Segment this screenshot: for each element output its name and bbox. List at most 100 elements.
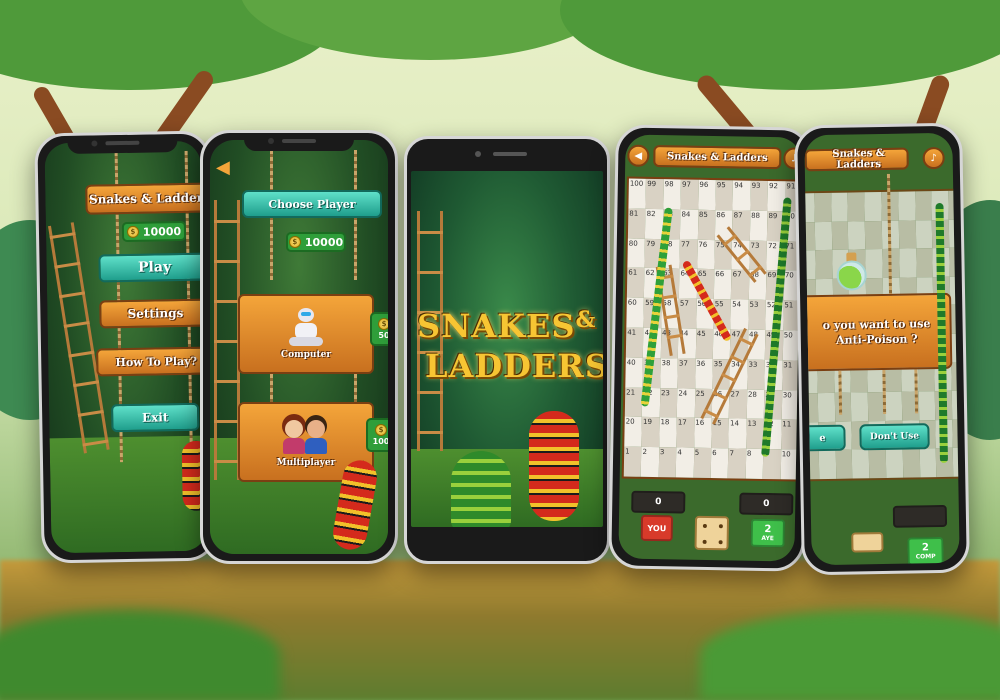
board-cell-number: 93 (751, 181, 761, 190)
board-cell (951, 362, 960, 391)
back-arrow-icon[interactable]: ◀ (216, 159, 238, 177)
board-cell-number: 10 (781, 450, 791, 459)
board-cell-number: 88 (751, 211, 761, 220)
phone-game-board: Snakes & Ladders ◀ ♪ 1009998979695949392… (608, 124, 812, 572)
board-cell: 38 (660, 357, 679, 389)
board-cell (951, 390, 960, 420)
board-cell (851, 392, 869, 422)
board-cell (885, 449, 904, 478)
phone-anti-poison: Snakes & Ladders ♪ o you want to use Ant… (794, 122, 970, 576)
board-cell: 54 (730, 299, 749, 330)
game-title: Snakes & Ladders (88, 190, 208, 207)
coin-balance: $10000 (121, 220, 187, 243)
board-cell-number: 86 (716, 210, 726, 220)
board-cell (952, 447, 960, 477)
board-cell: 37 (677, 358, 696, 389)
computer-cost: 50 (378, 331, 388, 340)
board-cell-number: 50 (783, 331, 793, 340)
computer-mode-label: Computer (280, 350, 332, 360)
board-cell-number: 100 (629, 179, 644, 188)
board-cell: 33 (747, 359, 765, 390)
anti-poison-potion-icon (834, 252, 869, 293)
board-cell-number: 92 (768, 182, 779, 191)
dice-icon[interactable] (851, 532, 884, 553)
player-right-badge[interactable]: 2 COMP (907, 536, 944, 566)
player-left-count: 0 (655, 497, 662, 508)
player-left-badge[interactable]: YOU (640, 514, 674, 542)
board-cell (835, 449, 853, 479)
board-cell (915, 248, 934, 278)
board-cell: 96 (698, 179, 716, 210)
player-right-sub: AYE (761, 534, 774, 543)
board-cell-number: 31 (783, 361, 793, 370)
board-cell (915, 219, 933, 249)
board-cell-number: 30 (782, 390, 792, 400)
dice-icon[interactable] (694, 515, 730, 551)
computer-mode-card[interactable]: Computer (238, 294, 374, 374)
board-cell-number: 18 (660, 418, 670, 427)
board-cell-number: 37 (678, 359, 688, 368)
board-cell (834, 392, 852, 422)
play-button[interactable]: Play (98, 252, 208, 283)
exit-button[interactable]: Exit (110, 402, 200, 433)
dont-use-button[interactable]: Don't Use (859, 423, 930, 451)
board-cell: 66 (713, 269, 732, 300)
board-cell-number: 40 (626, 358, 636, 367)
anti-poison-dialog: o you want to use Anti-Poison ? (804, 292, 953, 372)
board-cell: 19 (641, 417, 660, 448)
rope (354, 374, 357, 404)
multiplayer-mode-label: Multiplayer (276, 458, 336, 468)
board-cell (898, 191, 916, 221)
board-cell-number: 13 (747, 420, 757, 429)
use-button[interactable]: e (804, 424, 846, 452)
board-cell: 81 (627, 208, 646, 239)
board-cell-number: 33 (748, 360, 758, 369)
board-cell (814, 221, 832, 251)
coin-icon: $ (126, 225, 139, 238)
player-right-number: 2 (764, 523, 772, 536)
board-cell: 100 (628, 178, 647, 209)
board-cell (918, 391, 936, 421)
settings-button[interactable]: Settings (99, 298, 208, 329)
green-snake-icon (451, 451, 511, 527)
coin-icon: $ (288, 236, 301, 248)
multiplayer-cost-badge: $100 (366, 418, 388, 452)
board-cell (804, 393, 819, 423)
player-right-badge[interactable]: 2 AYE (750, 518, 786, 548)
board-cell: 28 (746, 389, 765, 420)
board-cell (864, 220, 883, 250)
multiplayer-cost: 100 (372, 437, 388, 446)
board-cell (804, 450, 820, 480)
board-cell: 36 (694, 358, 713, 389)
board-cell: 57 (678, 298, 697, 329)
board-cell-number: 11 (782, 420, 792, 429)
sound-toggle-icon[interactable]: ♪ (922, 146, 945, 170)
board-cell-number: 66 (715, 270, 725, 279)
robot-icon (289, 308, 323, 348)
board-cell (848, 220, 866, 250)
coin-balance: $10000 (286, 232, 346, 252)
player-right-number: 2 (921, 542, 930, 554)
coin-amount: 10000 (142, 224, 182, 239)
board-cell-number: 38 (661, 358, 671, 368)
board-cell (847, 192, 865, 222)
board-cell-number: 91 (786, 182, 796, 191)
back-button-icon[interactable]: ◀ (627, 144, 650, 167)
computer-cost-badge: $50 (370, 312, 388, 346)
board-cell: 30 (781, 389, 800, 420)
player-left-panel: 0 (631, 490, 686, 514)
board-cell: 94 (732, 180, 751, 211)
board-cell (950, 304, 960, 334)
coin-icon: $ (375, 424, 387, 436)
board-cell: 16 (693, 418, 712, 449)
logo-snakes: SNAKES& (417, 307, 596, 345)
board-cell-number: 98 (664, 180, 674, 189)
board-title: Snakes & Ladders (832, 147, 885, 171)
board-cell-number: 4 (677, 448, 682, 457)
board-cell (919, 448, 937, 478)
board-cell-number: 2 (642, 448, 648, 457)
board-cell-number: 8 (746, 449, 752, 458)
board-cell: 41 (625, 327, 644, 358)
how-to-play-button[interactable]: How To Play? (96, 346, 208, 377)
main-menu-screen: Snakes & Ladders $10000 Play Settings Ho… (44, 140, 208, 554)
